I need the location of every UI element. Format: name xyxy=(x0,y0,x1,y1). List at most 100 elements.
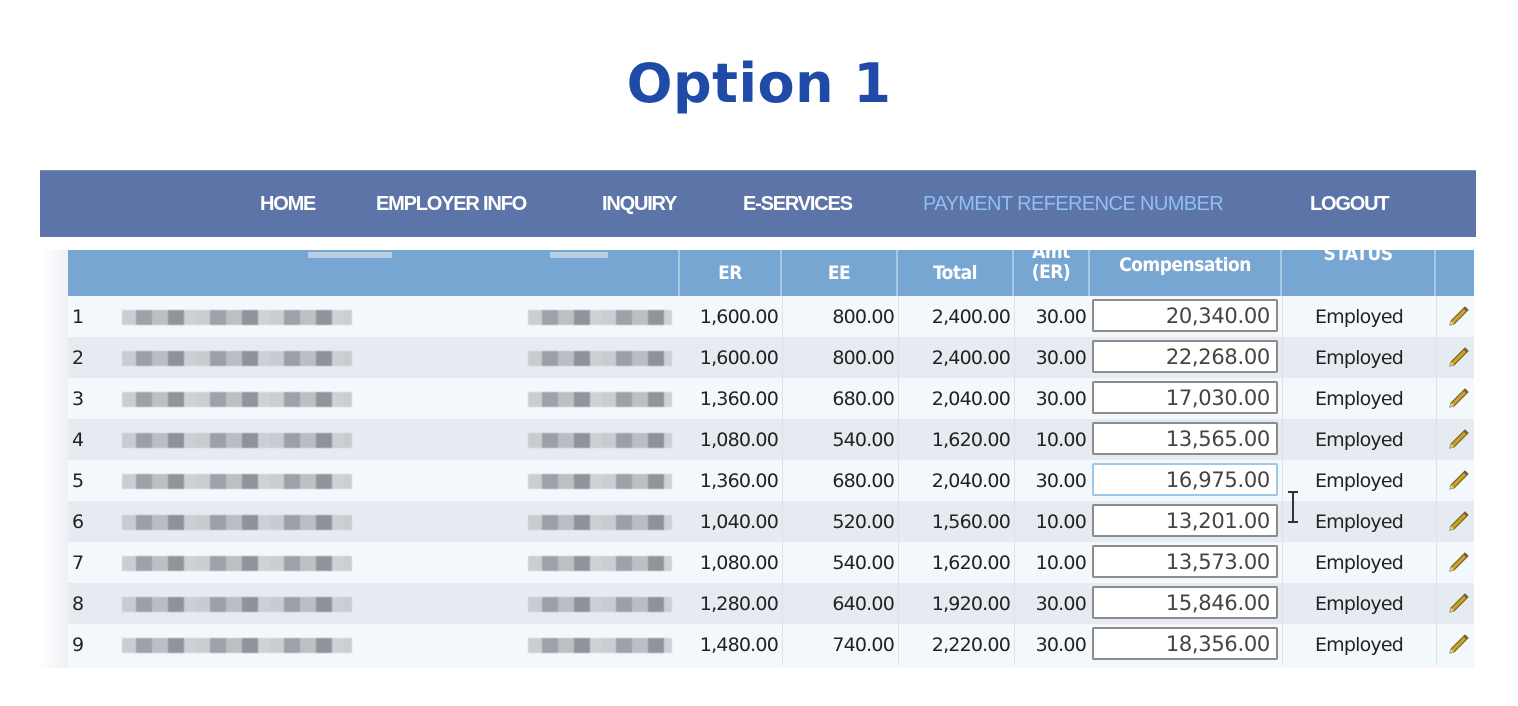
amt-er: 10.00 xyxy=(1035,428,1087,451)
er-amount: 1,040.00 xyxy=(699,510,779,533)
ee-amount: 800.00 xyxy=(832,305,894,328)
compensation-input[interactable] xyxy=(1092,627,1278,660)
status-label: Employed xyxy=(1314,387,1404,410)
er-amount: 1,600.00 xyxy=(699,305,779,328)
nav-home[interactable]: HOME xyxy=(260,193,316,216)
nav-payment-reference-number[interactable]: PAYMENT REFERENCE NUMBER xyxy=(923,193,1224,216)
ee-amount: 540.00 xyxy=(832,551,894,574)
column-divider xyxy=(1436,296,1437,337)
employee-id-redacted xyxy=(528,597,672,612)
ee-amount: 800.00 xyxy=(832,346,894,369)
table-row: 2 1,600.00 800.00 2,400.00 30.00 Employe… xyxy=(68,337,1474,378)
row-number: 1 xyxy=(72,305,84,328)
total-amount: 2,040.00 xyxy=(931,469,1011,492)
employee-id-redacted xyxy=(528,474,672,489)
er-amount: 1,080.00 xyxy=(699,428,779,451)
employee-name-redacted xyxy=(122,351,352,366)
compensation-input[interactable] xyxy=(1092,381,1278,414)
amt-er: 30.00 xyxy=(1035,592,1087,615)
table-header: ER EE Total Amt (ER) Compensation STATUS xyxy=(68,250,1474,296)
pencil-icon[interactable] xyxy=(1446,632,1470,656)
header-name-redacted xyxy=(308,252,392,258)
er-amount: 1,080.00 xyxy=(699,551,779,574)
amt-er: 30.00 xyxy=(1035,469,1087,492)
table-row: 3 1,360.00 680.00 2,040.00 30.00 Employe… xyxy=(68,378,1474,419)
ee-amount: 680.00 xyxy=(832,469,894,492)
header-status: STATUS xyxy=(1282,250,1436,296)
total-amount: 2,040.00 xyxy=(931,387,1011,410)
er-amount: 1,600.00 xyxy=(699,346,779,369)
employee-id-redacted xyxy=(528,392,672,407)
header-total: Total xyxy=(898,250,1014,296)
total-amount: 2,220.00 xyxy=(931,633,1011,656)
nav-e-services[interactable]: E-SERVICES xyxy=(743,193,853,216)
table-row: 9 1,480.00 740.00 2,220.00 30.00 Employe… xyxy=(68,624,1474,665)
pencil-icon[interactable] xyxy=(1446,468,1470,492)
pencil-icon[interactable] xyxy=(1446,591,1470,615)
er-amount: 1,360.00 xyxy=(699,387,779,410)
employee-name-redacted xyxy=(122,392,352,407)
compensation-input[interactable] xyxy=(1092,422,1278,455)
er-amount: 1,360.00 xyxy=(699,469,779,492)
row-number: 9 xyxy=(72,633,84,656)
header-id-redacted xyxy=(550,252,608,258)
column-divider xyxy=(1436,624,1437,665)
total-amount: 1,920.00 xyxy=(931,592,1011,615)
column-divider xyxy=(1436,378,1437,419)
employee-name-redacted xyxy=(122,474,352,489)
status-label: Employed xyxy=(1314,592,1404,615)
status-label: Employed xyxy=(1314,510,1404,533)
top-navbar: HOME EMPLOYER INFO INQUIRY E-SERVICES PA… xyxy=(40,170,1476,237)
table-row: 5 1,360.00 680.00 2,040.00 30.00 Employe… xyxy=(68,460,1474,501)
status-label: Employed xyxy=(1314,428,1404,451)
header-compensation: Compensation xyxy=(1090,250,1282,296)
row-number: 8 xyxy=(72,592,84,615)
pencil-icon[interactable] xyxy=(1446,345,1470,369)
contributions-table: ER EE Total Amt (ER) Compensation STATUS… xyxy=(68,250,1474,668)
compensation-input[interactable] xyxy=(1092,340,1278,373)
employee-id-redacted xyxy=(528,351,672,366)
pencil-icon[interactable] xyxy=(1446,304,1470,328)
er-amount: 1,280.00 xyxy=(699,592,779,615)
compensation-input[interactable] xyxy=(1092,504,1278,537)
header-er: ER xyxy=(680,250,782,296)
compensation-input[interactable] xyxy=(1092,586,1278,619)
nav-inquiry[interactable]: INQUIRY xyxy=(602,193,677,216)
row-number: 3 xyxy=(72,387,84,410)
amt-er: 30.00 xyxy=(1035,387,1087,410)
column-divider xyxy=(1436,542,1437,583)
ee-amount: 740.00 xyxy=(832,633,894,656)
pencil-icon[interactable] xyxy=(1446,386,1470,410)
table-row: 1 1,600.00 800.00 2,400.00 30.00 Employe… xyxy=(68,296,1474,337)
total-amount: 1,560.00 xyxy=(931,510,1011,533)
nav-employer-info[interactable]: EMPLOYER INFO xyxy=(376,193,527,216)
compensation-input[interactable] xyxy=(1092,299,1278,332)
nav-logout[interactable]: LOGOUT xyxy=(1310,193,1390,216)
pencil-icon[interactable] xyxy=(1446,427,1470,451)
compensation-input[interactable] xyxy=(1092,545,1278,578)
status-label: Employed xyxy=(1314,469,1404,492)
column-divider xyxy=(1436,501,1437,542)
column-divider xyxy=(1436,460,1437,501)
status-label: Employed xyxy=(1314,551,1404,574)
column-divider xyxy=(1436,337,1437,378)
header-action xyxy=(1436,250,1474,296)
pencil-icon[interactable] xyxy=(1446,509,1470,533)
compensation-input[interactable] xyxy=(1092,463,1278,496)
total-amount: 1,620.00 xyxy=(931,551,1011,574)
ee-amount: 640.00 xyxy=(832,592,894,615)
er-amount: 1,480.00 xyxy=(699,633,779,656)
text-cursor-icon xyxy=(1288,491,1298,523)
header-amt-er: Amt (ER) xyxy=(1014,250,1090,296)
status-label: Employed xyxy=(1314,346,1404,369)
header-id xyxy=(520,250,680,296)
ee-amount: 680.00 xyxy=(832,387,894,410)
amt-er: 10.00 xyxy=(1035,551,1087,574)
pencil-icon[interactable] xyxy=(1446,550,1470,574)
table-row: 7 1,080.00 540.00 1,620.00 10.00 Employe… xyxy=(68,542,1474,583)
employee-name-redacted xyxy=(122,310,352,325)
column-divider xyxy=(1436,419,1437,460)
header-ee: EE xyxy=(782,250,898,296)
employee-id-redacted xyxy=(528,638,672,653)
total-amount: 1,620.00 xyxy=(931,428,1011,451)
